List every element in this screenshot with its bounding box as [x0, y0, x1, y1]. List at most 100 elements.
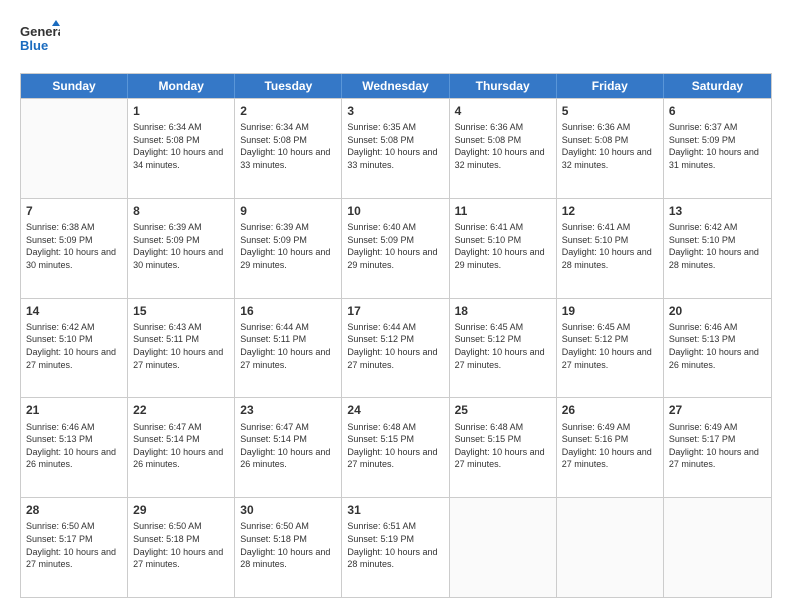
cell-info: Sunrise: 6:39 AM Sunset: 5:09 PM Dayligh… [133, 221, 229, 271]
day-header-friday: Friday [557, 74, 664, 98]
day-number: 1 [133, 103, 229, 119]
day-number: 7 [26, 203, 122, 219]
day-number: 26 [562, 402, 658, 418]
day-number: 29 [133, 502, 229, 518]
day-number: 9 [240, 203, 336, 219]
cell-info: Sunrise: 6:41 AM Sunset: 5:10 PM Dayligh… [455, 221, 551, 271]
day-number: 14 [26, 303, 122, 319]
day-number: 20 [669, 303, 766, 319]
cal-cell [450, 498, 557, 597]
day-header-saturday: Saturday [664, 74, 771, 98]
cell-info: Sunrise: 6:45 AM Sunset: 5:12 PM Dayligh… [562, 321, 658, 371]
day-number: 30 [240, 502, 336, 518]
day-number: 24 [347, 402, 443, 418]
header: General Blue [20, 18, 772, 63]
cal-cell: 11Sunrise: 6:41 AM Sunset: 5:10 PM Dayli… [450, 199, 557, 298]
day-number: 10 [347, 203, 443, 219]
cell-info: Sunrise: 6:47 AM Sunset: 5:14 PM Dayligh… [133, 421, 229, 471]
day-number: 15 [133, 303, 229, 319]
day-number: 6 [669, 103, 766, 119]
cal-cell: 25 Sunrise: 6:48 AM Sunset: 5:15 PM Dayli… [450, 398, 557, 497]
cell-info: Sunrise: 6:44 AM Sunset: 5:12 PM Dayligh… [347, 321, 443, 371]
cell-info: Sunrise: 6:36 AM Sunset: 5:08 PM Dayligh… [455, 121, 551, 171]
cell-info: Sunrise: 6:46 AM Sunset: 5:13 PM Dayligh… [669, 321, 766, 371]
week-row-5: 28Sunrise: 6:50 AM Sunset: 5:17 PM Dayli… [21, 497, 771, 597]
day-number: 19 [562, 303, 658, 319]
cal-cell: 8 Sunrise: 6:39 AM Sunset: 5:09 PM Daylig… [128, 199, 235, 298]
day-number: 13 [669, 203, 766, 219]
cal-cell [664, 498, 771, 597]
day-number: 27 [669, 402, 766, 418]
cal-cell: 1Sunrise: 6:34 AM Sunset: 5:08 PM Daylig… [128, 99, 235, 198]
svg-text:Blue: Blue [20, 38, 48, 53]
day-header-sunday: Sunday [21, 74, 128, 98]
cal-cell: 6 Sunrise: 6:37 AM Sunset: 5:09 PM Daylig… [664, 99, 771, 198]
cell-info: Sunrise: 6:44 AM Sunset: 5:11 PM Dayligh… [240, 321, 336, 371]
cal-cell: 31Sunrise: 6:51 AM Sunset: 5:19 PM Dayli… [342, 498, 449, 597]
day-header-thursday: Thursday [450, 74, 557, 98]
cell-info: Sunrise: 6:40 AM Sunset: 5:09 PM Dayligh… [347, 221, 443, 271]
cal-cell: 14 Sunrise: 6:42 AM Sunset: 5:10 PM Dayli… [21, 299, 128, 398]
cal-cell: 30 Sunrise: 6:50 AM Sunset: 5:18 PM Dayli… [235, 498, 342, 597]
cal-cell: 5Sunrise: 6:36 AM Sunset: 5:08 PM Daylig… [557, 99, 664, 198]
day-number: 12 [562, 203, 658, 219]
cal-cell: 26 Sunrise: 6:49 AM Sunset: 5:16 PM Dayli… [557, 398, 664, 497]
cal-cell: 7 Sunrise: 6:38 AM Sunset: 5:09 PM Daylig… [21, 199, 128, 298]
svg-text:General: General [20, 24, 60, 39]
cell-info: Sunrise: 6:42 AM Sunset: 5:10 PM Dayligh… [26, 321, 122, 371]
cal-cell: 23 Sunrise: 6:47 AM Sunset: 5:14 PM Dayli… [235, 398, 342, 497]
cal-cell [557, 498, 664, 597]
calendar-body: 1 Sunrise: 6:34 AM Sunset: 5:08 PM Daylig… [21, 98, 771, 597]
cal-cell: 3 Sunrise: 6:35 AM Sunset: 5:08 PM Daylig… [342, 99, 449, 198]
cell-info: Sunrise: 6:49 AM Sunset: 5:16 PM Dayligh… [562, 421, 658, 471]
day-number: 17 [347, 303, 443, 319]
cal-cell: 29 Sunrise: 6:50 AM Sunset: 5:18 PM Dayli… [128, 498, 235, 597]
cell-info: Sunrise: 6:50 AM Sunset: 5:18 PM Dayligh… [133, 520, 229, 570]
cal-cell: 19 Sunrise: 6:45 AM Sunset: 5:12 PM Dayli… [557, 299, 664, 398]
day-number: 5 [562, 103, 658, 119]
week-row-1: 1 Sunrise: 6:34 AM Sunset: 5:08 PM Daylig… [21, 98, 771, 198]
cell-info: Sunrise: 6:48 AM Sunset: 5:15 PM Dayligh… [347, 421, 443, 471]
cell-info: Sunrise: 6:38 AM Sunset: 5:09 PM Dayligh… [26, 221, 122, 271]
cell-info: Sunrise: 6:43 AM Sunset: 5:11 PM Dayligh… [133, 321, 229, 371]
day-header-wednesday: Wednesday [342, 74, 449, 98]
cal-cell: 10 Sunrise: 6:40 AM Sunset: 5:09 PM Dayli… [342, 199, 449, 298]
cell-info: Sunrise: 6:45 AM Sunset: 5:12 PM Dayligh… [455, 321, 551, 371]
day-number: 3 [347, 103, 443, 119]
cell-info: Sunrise: 6:42 AM Sunset: 5:10 PM Dayligh… [669, 221, 766, 271]
cell-info: Sunrise: 6:48 AM Sunset: 5:15 PM Dayligh… [455, 421, 551, 471]
cal-cell: 2 Sunrise: 6:34 AM Sunset: 5:08 PM Daylig… [235, 99, 342, 198]
cal-cell: 16 Sunrise: 6:44 AM Sunset: 5:11 PM Dayli… [235, 299, 342, 398]
cal-cell: 20 Sunrise: 6:46 AM Sunset: 5:13 PM Dayli… [664, 299, 771, 398]
day-number: 8 [133, 203, 229, 219]
day-number: 4 [455, 103, 551, 119]
day-number: 23 [240, 402, 336, 418]
day-number: 28 [26, 502, 122, 518]
day-number: 2 [240, 103, 336, 119]
week-row-4: 21 Sunrise: 6:46 AM Sunset: 5:13 PM Dayli… [21, 397, 771, 497]
day-number: 16 [240, 303, 336, 319]
cell-info: Sunrise: 6:39 AM Sunset: 5:09 PM Dayligh… [240, 221, 336, 271]
day-number: 25 [455, 402, 551, 418]
cell-info: Sunrise: 6:37 AM Sunset: 5:09 PM Dayligh… [669, 121, 766, 171]
cal-cell: 15 Sunrise: 6:43 AM Sunset: 5:11 PM Dayli… [128, 299, 235, 398]
cal-cell: 18 Sunrise: 6:45 AM Sunset: 5:12 PM Dayli… [450, 299, 557, 398]
day-header-monday: Monday [128, 74, 235, 98]
day-number: 18 [455, 303, 551, 319]
cal-cell [21, 99, 128, 198]
cal-cell: 4 Sunrise: 6:36 AM Sunset: 5:08 PM Daylig… [450, 99, 557, 198]
week-row-3: 14 Sunrise: 6:42 AM Sunset: 5:10 PM Dayli… [21, 298, 771, 398]
cell-info: Sunrise: 6:50 AM Sunset: 5:18 PM Dayligh… [240, 520, 336, 570]
cal-cell: 27Sunrise: 6:49 AM Sunset: 5:17 PM Dayli… [664, 398, 771, 497]
day-header-tuesday: Tuesday [235, 74, 342, 98]
day-number: 21 [26, 402, 122, 418]
cal-cell: 13 Sunrise: 6:42 AM Sunset: 5:10 PM Dayli… [664, 199, 771, 298]
cal-cell: 12Sunrise: 6:41 AM Sunset: 5:10 PM Dayli… [557, 199, 664, 298]
cell-info: Sunrise: 6:34 AM Sunset: 5:08 PM Dayligh… [240, 121, 336, 171]
week-row-2: 7 Sunrise: 6:38 AM Sunset: 5:09 PM Daylig… [21, 198, 771, 298]
cell-info: Sunrise: 6:47 AM Sunset: 5:14 PM Dayligh… [240, 421, 336, 471]
cell-info: Sunrise: 6:46 AM Sunset: 5:13 PM Dayligh… [26, 421, 122, 471]
calendar-header: SundayMondayTuesdayWednesdayThursdayFrid… [21, 74, 771, 98]
logo-icon: General Blue [20, 18, 60, 58]
cell-info: Sunrise: 6:35 AM Sunset: 5:08 PM Dayligh… [347, 121, 443, 171]
